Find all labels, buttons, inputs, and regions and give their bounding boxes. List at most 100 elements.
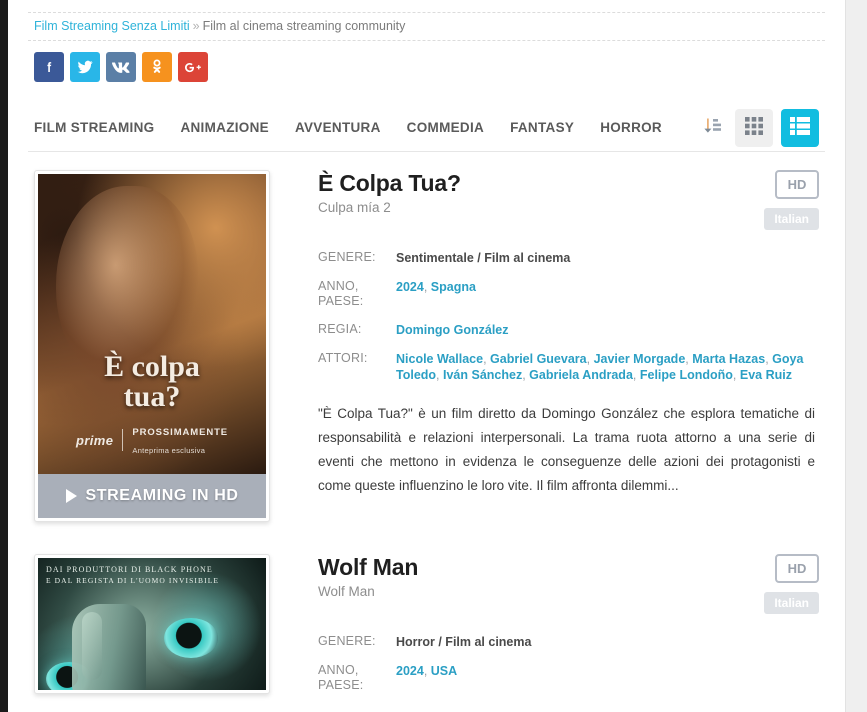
quality-badge: HD (775, 554, 819, 583)
category-navbar: FILM STREAMING ANIMAZIONE AVVENTURA COMM… (28, 104, 825, 152)
page-scroll-gutter[interactable] (845, 0, 867, 712)
prime-logo: prime (75, 432, 114, 448)
nav-item-fantasy[interactable]: FANTASY (510, 120, 574, 135)
nav-item-commedia[interactable]: COMMEDIA (407, 120, 484, 135)
movie-actor-link[interactable]: Felipe Londoño (640, 368, 733, 382)
metadata-row-genere: GENERE: Sentimentale / Film al cinema (318, 250, 819, 279)
view-toolbar (697, 108, 819, 147)
google-plus-share-button[interactable] (178, 52, 208, 82)
movie-title[interactable]: È Colpa Tua? (318, 170, 749, 196)
social-share-bar (28, 52, 825, 82)
metadata-comma: , (423, 664, 431, 678)
nav-item-horror[interactable]: HORROR (600, 120, 662, 135)
sort-icon (702, 116, 722, 139)
movie-country-link[interactable]: USA (431, 664, 457, 678)
metadata-comma: , (423, 280, 431, 294)
odnoklassniki-icon (151, 59, 163, 75)
facebook-icon (42, 60, 56, 74)
nav-item-film-streaming[interactable]: FILM STREAMING (34, 120, 154, 135)
google-plus-icon (184, 61, 202, 74)
poster-divider (122, 429, 124, 451)
poster-title: È colpa tua? (38, 352, 266, 412)
poster-credits: DAI PRODUTTORI DI BLACK PHONE E DAL REGI… (46, 565, 258, 585)
grid-view-button[interactable] (735, 108, 773, 147)
metadata-value-anno-paese: 2024, USA (396, 663, 819, 706)
movie-poster[interactable]: DAI PRODUTTORI DI BLACK PHONE E DAL REGI… (38, 558, 266, 690)
movie-country-link[interactable]: Spagna (431, 280, 476, 294)
movie-title[interactable]: Wolf Man (318, 554, 749, 580)
sort-button[interactable] (697, 113, 727, 143)
movie-titles: Wolf Man Wolf Man (318, 554, 749, 599)
list-view-button[interactable] (781, 108, 819, 147)
metadata-value-genere: Horror / Film al cinema (396, 635, 532, 649)
facebook-share-button[interactable] (34, 52, 64, 82)
movie-original-title: Culpa mía 2 (318, 200, 391, 215)
movie-year-link[interactable]: 2024 (396, 664, 424, 678)
movie-badges: HD Italian (749, 554, 819, 614)
metadata-label-genere: GENERE: (318, 634, 376, 648)
metadata-row-anno-paese: ANNO, PAESE: 2024, USA (318, 663, 819, 706)
breadcrumb: Film Streaming Senza Limiti» Film al cine… (28, 12, 825, 41)
movie-poster[interactable]: È colpa tua? prime PROSSIMAMENTE Antepri… (38, 174, 266, 474)
movie-actor-link[interactable]: Eva Ruiz (740, 368, 792, 382)
movie-actor-link[interactable]: Gabriela Andrada (529, 368, 633, 382)
streaming-button-label: STREAMING IN HD (85, 487, 239, 504)
metadata-value-genere: Sentimentale / Film al cinema (396, 251, 571, 265)
poster-hand-detail (72, 604, 146, 690)
quality-badge: HD (775, 170, 819, 199)
page-content: Film Streaming Senza Limiti» Film al cine… (8, 0, 845, 712)
poster-credit-line2: E DAL REGISTA DI L'UOMO INVISIBILE (46, 576, 220, 585)
metadata-label-anno-paese: ANNO, PAESE: (318, 663, 364, 692)
breadcrumb-current: Film al cinema streaming community (202, 19, 406, 33)
movie-metadata-table: GENERE: Sentimentale / Film al cinema AN… (318, 250, 819, 396)
poster-title-line1: È colpa (104, 350, 200, 383)
movie-actor-link[interactable]: Iván Sánchez (443, 368, 522, 382)
movie-actor-link[interactable]: Nicole Wallace (396, 352, 483, 366)
poster-brand-row: prime PROSSIMAMENTE Anteprima esclusiva (38, 422, 266, 458)
nav-item-animazione[interactable]: ANIMAZIONE (180, 120, 269, 135)
movie-poster-card[interactable]: È colpa tua? prime PROSSIMAMENTE Antepri… (34, 170, 270, 522)
movie-director-link[interactable]: Domingo González (396, 323, 509, 337)
poster-tagline: PROSSIMAMENTE Anteprima esclusiva (132, 422, 228, 458)
breadcrumb-home-link[interactable]: Film Streaming Senza Limiti (34, 19, 190, 33)
metadata-value-anno-paese: 2024, Spagna (396, 279, 819, 322)
movie-actor-link[interactable]: Javier Morgade (594, 352, 686, 366)
movie-original-title: Wolf Man (318, 584, 375, 599)
metadata-row-attori: ATTORI: Nicole Wallace, Gabriel Guevara,… (318, 351, 819, 396)
movie-description: "È Colpa Tua?" è un film diretto da Domi… (318, 406, 815, 493)
breadcrumb-separator: » (192, 19, 200, 33)
grid-view-icon (745, 117, 763, 138)
movie-metadata-table: GENERE: Horror / Film al cinema ANNO, PAE… (318, 634, 819, 706)
metadata-comma: , (632, 368, 640, 382)
metadata-label-attori: ATTORI: (318, 351, 368, 365)
metadata-comma: , (436, 368, 443, 382)
movie-list-item: DAI PRODUTTORI DI BLACK PHONE E DAL REGI… (28, 554, 825, 706)
metadata-row-genere: GENERE: Horror / Film al cinema (318, 634, 819, 663)
category-links: FILM STREAMING ANIMAZIONE AVVENTURA COMM… (34, 120, 662, 135)
nav-item-avventura[interactable]: AVVENTURA (295, 120, 381, 135)
movie-info: Wolf Man Wolf Man HD Italian GENERE: Hor… (270, 554, 819, 706)
metadata-label-regia: REGIA: (318, 322, 362, 336)
metadata-label-genere: GENERE: (318, 250, 376, 264)
movie-titles: È Colpa Tua? Culpa mía 2 (318, 170, 749, 215)
list-view-icon (790, 117, 810, 138)
metadata-value-regia: Domingo González (396, 322, 819, 351)
metadata-value-attori: Nicole Wallace, Gabriel Guevara, Javier … (396, 351, 819, 396)
movie-actor-link[interactable]: Marta Hazas (692, 352, 765, 366)
streaming-in-hd-button[interactable]: STREAMING IN HD (38, 474, 266, 518)
metadata-comma: , (732, 368, 740, 382)
movie-year-link[interactable]: 2024 (396, 280, 424, 294)
poster-tagline-line2: Anteprima esclusiva (132, 446, 206, 455)
language-badge: Italian (764, 208, 819, 230)
metadata-comma: , (483, 352, 491, 366)
metadata-row-anno-paese: ANNO, PAESE: 2024, Spagna (318, 279, 819, 322)
odnoklassniki-share-button[interactable] (142, 52, 172, 82)
left-edge-strip (0, 0, 8, 712)
movie-actor-link[interactable]: Gabriel Guevara (490, 352, 587, 366)
movie-poster-card[interactable]: DAI PRODUTTORI DI BLACK PHONE E DAL REGI… (34, 554, 270, 694)
twitter-share-button[interactable] (70, 52, 100, 82)
vk-share-button[interactable] (106, 52, 136, 82)
metadata-label-anno-paese: ANNO, PAESE: (318, 279, 364, 308)
play-icon (65, 489, 77, 503)
metadata-row-regia: REGIA: Domingo González (318, 322, 819, 351)
